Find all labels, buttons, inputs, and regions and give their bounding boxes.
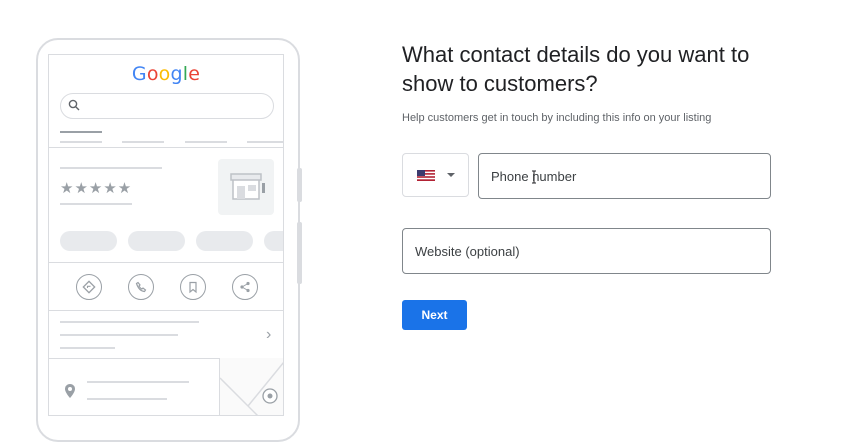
info-line-placeholder [60,334,178,336]
tab-line [247,141,283,143]
divider [49,147,283,148]
call-icon [128,274,154,300]
phone-side-button [297,168,302,202]
address-line-placeholder [87,398,167,400]
storefront-icon [218,159,274,215]
tab-line [122,141,164,143]
logo-letter: o [146,63,159,85]
info-line-placeholder [60,321,199,323]
business-name-placeholder [60,167,162,169]
tab-indicator [60,131,102,133]
us-flag-icon [417,170,435,181]
search-bar [60,93,274,119]
phone-side-button [297,222,302,284]
directions-icon [76,274,102,300]
search-icon [68,99,80,111]
bookmark-icon [180,274,206,300]
logo-letter: e [188,63,201,85]
tab-line [185,141,227,143]
map-thumbnail [219,358,283,415]
divider [49,262,283,263]
logo-letter: g [170,63,183,85]
chip-placeholder [128,231,185,251]
next-button[interactable]: Next [402,300,467,330]
tab-line [60,141,102,143]
business-detail-placeholder [60,203,132,205]
address-line-placeholder [87,381,189,383]
phone-screen: Google ★★★★★ › [48,54,284,416]
text-cursor-icon [532,170,536,184]
website-input[interactable] [402,228,771,274]
share-icon [232,274,258,300]
chip-placeholder [60,231,117,251]
chevron-right-icon: › [266,326,272,343]
country-code-selector[interactable] [402,153,469,197]
chevron-down-icon [447,173,455,177]
chip-placeholder [264,231,283,251]
chip-placeholder [196,231,253,251]
google-logo: Google [49,63,283,86]
phone-number-input[interactable] [478,153,771,199]
logo-letter: o [158,63,171,85]
page-title: What contact details do you want to show… [402,42,750,96]
logo-letter: G [131,63,147,85]
location-pin-icon [65,384,75,398]
rating-stars: ★★★★★ [60,180,133,197]
info-line-placeholder [60,347,115,349]
divider [49,310,283,311]
page-subtitle: Help customers get in touch by including… [402,112,712,124]
